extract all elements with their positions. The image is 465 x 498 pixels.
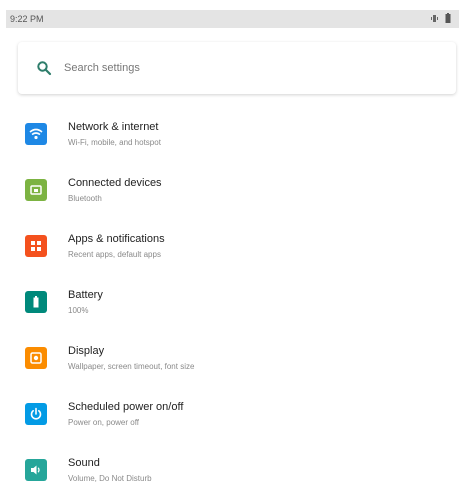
settings-item-subtitle: Power on, power off bbox=[68, 417, 140, 427]
settings-item-title: Display bbox=[68, 344, 105, 357]
apps-icon bbox=[25, 235, 47, 257]
display-icon bbox=[25, 347, 47, 369]
settings-item-subtitle: 100% bbox=[68, 305, 89, 315]
settings-item-scheduled-power[interactable]: Scheduled power on/off Power on, power o… bbox=[0, 386, 465, 442]
search-icon bbox=[36, 60, 52, 76]
settings-item-subtitle: Volume, Do Not Disturb bbox=[68, 473, 152, 483]
search-input[interactable]: Search settings bbox=[64, 62, 140, 74]
settings-item-sound[interactable]: Sound Volume, Do Not Disturb bbox=[0, 442, 465, 498]
settings-item-apps[interactable]: Apps & notifications Recent apps, defaul… bbox=[0, 218, 465, 274]
settings-item-connected-devices[interactable]: Connected devices Bluetooth bbox=[0, 162, 465, 218]
settings-item-battery[interactable]: Battery 100% bbox=[0, 274, 465, 330]
settings-item-title: Network & internet bbox=[68, 120, 159, 133]
status-time: 9:22 PM bbox=[10, 14, 44, 24]
settings-item-title: Apps & notifications bbox=[68, 232, 165, 245]
settings-item-subtitle: Bluetooth bbox=[68, 193, 102, 203]
settings-item-title: Scheduled power on/off bbox=[68, 400, 184, 413]
battery-icon bbox=[25, 291, 47, 313]
settings-item-subtitle: Wallpaper, screen timeout, font size bbox=[68, 361, 195, 371]
vibrate-icon bbox=[430, 14, 439, 25]
status-icons bbox=[430, 13, 451, 25]
settings-item-title: Connected devices bbox=[68, 176, 162, 189]
settings-item-title: Battery bbox=[68, 288, 103, 301]
wifi-icon bbox=[25, 123, 47, 145]
power-icon bbox=[25, 403, 47, 425]
devices-icon bbox=[25, 179, 47, 201]
settings-item-subtitle: Recent apps, default apps bbox=[68, 249, 161, 259]
sound-icon bbox=[25, 459, 47, 481]
status-bar: 9:22 PM bbox=[6, 10, 459, 28]
settings-item-subtitle: Wi-Fi, mobile, and hotspot bbox=[68, 137, 161, 147]
search-bar[interactable]: Search settings bbox=[18, 42, 456, 94]
settings-item-network[interactable]: Network & internet Wi-Fi, mobile, and ho… bbox=[0, 106, 465, 162]
settings-item-title: Sound bbox=[68, 456, 100, 469]
settings-item-display[interactable]: Display Wallpaper, screen timeout, font … bbox=[0, 330, 465, 386]
battery-icon bbox=[445, 13, 451, 25]
